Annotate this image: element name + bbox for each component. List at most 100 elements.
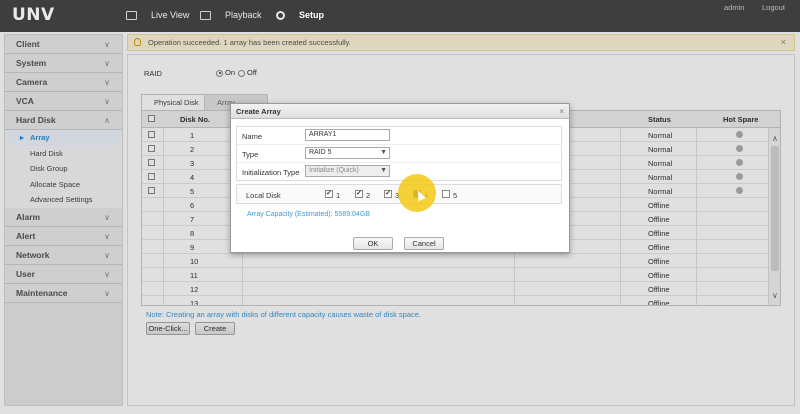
table-row[interactable]: 13 Offline [142, 296, 780, 306]
sidebar-item-system[interactable]: System ∨ [5, 54, 122, 73]
sidebar-item-label: User [16, 268, 35, 279]
hot-spare-radio[interactable] [736, 159, 743, 166]
disk-2-checkbox[interactable]: ✓ [355, 190, 363, 198]
table-scrollbar[interactable]: ∧ ∨ [768, 128, 780, 305]
nav-setup[interactable]: Setup [276, 10, 324, 20]
type-select[interactable]: RAID 5 ▼ [305, 147, 390, 159]
disk-no-cell: 9 [190, 243, 195, 252]
init-type-value: Initialize (Quick) [309, 167, 359, 174]
nav-playback[interactable]: Playback [200, 10, 262, 20]
sidebar-item-label: Network [16, 249, 50, 260]
raid-on-radio[interactable]: On [216, 68, 235, 77]
status-cell: Offline [648, 201, 670, 210]
logout-link[interactable]: Logout [762, 3, 785, 12]
disk-no-cell: 1 [190, 131, 195, 140]
cancel-button[interactable]: Cancel [404, 237, 444, 250]
sidebar-item-camera[interactable]: Camera ∨ [5, 73, 122, 92]
array-form: Name ARRAY1 Type RAID 5 ▼ Initialization … [236, 126, 562, 181]
chevron-down-icon: ∨ [104, 250, 110, 260]
row-checkbox[interactable] [148, 173, 155, 180]
row-checkbox[interactable] [148, 159, 155, 166]
array-capacity: Array Capacity (Estimated): 5589.04GB [247, 211, 370, 218]
table-row[interactable]: 11 Offline [142, 268, 780, 282]
scroll-thumb[interactable] [771, 146, 779, 271]
hot-spare-radio[interactable] [736, 187, 743, 194]
init-type-label: Initialization Type [242, 168, 300, 177]
name-input[interactable]: ARRAY1 [305, 129, 390, 141]
disk-5-label: 5 [453, 191, 458, 200]
raid-off-label: Off [247, 68, 257, 77]
create-button[interactable]: Create [195, 322, 235, 335]
sidebar-subitem-advanced-settings[interactable]: Advanced Settings [5, 192, 122, 208]
table-row[interactable]: 12 Offline [142, 282, 780, 296]
type-label: Type [242, 150, 259, 159]
sidebar-item-maintenance[interactable]: Maintenance ∨ [5, 283, 122, 303]
nav-live-view[interactable]: Live View [126, 10, 189, 20]
one-click-button[interactable]: One-Click... [146, 322, 190, 335]
disk-3-checkbox[interactable]: ✓ [384, 190, 392, 198]
scroll-up-icon[interactable]: ∧ [772, 134, 778, 143]
hot-spare-radio[interactable] [736, 145, 743, 152]
sidebar-item-alert[interactable]: Alert ∨ [5, 226, 122, 246]
sidebar-item-hard-disk[interactable]: Hard Disk ∧ [5, 111, 122, 130]
playback-icon [200, 10, 211, 20]
sidebar-item-label: Alarm [16, 211, 41, 222]
chevron-down-icon: ∨ [104, 212, 110, 222]
disk-no-cell: 6 [190, 201, 195, 210]
chevron-down-icon: ∨ [104, 40, 110, 49]
unv-logo: UNV [12, 5, 55, 25]
status-cell: Offline [648, 299, 670, 306]
col-hot-spare: Hot Spare [723, 115, 759, 124]
disk-no-cell: 7 [190, 215, 195, 224]
status-cell: Offline [648, 215, 670, 224]
sidebar-item-label: Maintenance [16, 287, 68, 298]
sidebar-item-vca[interactable]: VCA ∨ [5, 92, 122, 111]
disk-2-label: 2 [366, 191, 371, 200]
row-checkbox[interactable] [148, 145, 155, 152]
status-cell: Normal [648, 173, 673, 182]
sidebar-item-label: Hard Disk [16, 115, 56, 125]
sidebar-subitem-hard-disk[interactable]: Hard Disk [5, 145, 122, 161]
row-checkbox[interactable] [148, 187, 155, 194]
name-label: Name [242, 132, 263, 141]
status-cell: Offline [648, 257, 670, 266]
disk-no-cell: 10 [190, 257, 199, 266]
gear-icon [276, 10, 285, 20]
scroll-down-icon[interactable]: ∨ [772, 291, 778, 300]
ok-button[interactable]: OK [353, 237, 393, 250]
create-array-dialog: Create Array × Name ARRAY1 Type RAID 5 ▼ … [230, 103, 570, 253]
status-cell: Offline [648, 243, 670, 252]
sidebar-item-label: System [16, 58, 47, 68]
disk-1-checkbox[interactable]: ✓ [325, 190, 333, 198]
nav-playback-label: Playback [225, 10, 262, 20]
chevron-down-icon: ∨ [104, 269, 110, 279]
hot-spare-radio[interactable] [736, 173, 743, 180]
status-cell: Normal [648, 159, 673, 168]
sidebar-item-client[interactable]: Client ∨ [5, 35, 122, 54]
chevron-down-icon: ∨ [104, 97, 110, 106]
sidebar: Client ∨ System ∨ Camera ∨ VCA ∨ Hard Disk ∧ … [4, 34, 123, 406]
row-checkbox[interactable] [148, 131, 155, 138]
sidebar-item-user[interactable]: User ∨ [5, 264, 122, 284]
sidebar-subitem-disk-group[interactable]: Disk Group [5, 161, 122, 177]
close-icon[interactable]: × [781, 35, 786, 50]
select-all-checkbox[interactable] [148, 115, 155, 122]
notice-text: Operation succeeded. 1 array has been cr… [148, 38, 351, 47]
disk-no-cell: 11 [190, 271, 198, 280]
hot-spare-radio[interactable] [736, 131, 743, 138]
sidebar-subitem-array[interactable]: Array [5, 130, 122, 146]
table-row[interactable]: 10 Offline [142, 254, 780, 268]
chevron-down-icon: ∨ [104, 288, 110, 298]
monitor-icon [126, 10, 137, 20]
disk-5-checkbox[interactable] [442, 190, 450, 198]
nav-live-view-label: Live View [151, 10, 190, 20]
chevron-down-icon: ∨ [104, 59, 110, 68]
col-status: Status [648, 115, 671, 124]
sidebar-item-alarm[interactable]: Alarm ∨ [5, 207, 122, 227]
sidebar-item-network[interactable]: Network ∨ [5, 245, 122, 265]
tab-physical-disk[interactable]: Physical Disk [141, 94, 212, 110]
sidebar-subitem-allocate-space[interactable]: Allocate Space [5, 176, 122, 192]
close-icon[interactable]: × [559, 104, 564, 119]
chevron-down-icon: ▼ [380, 149, 387, 156]
raid-off-radio[interactable]: Off [238, 68, 257, 77]
